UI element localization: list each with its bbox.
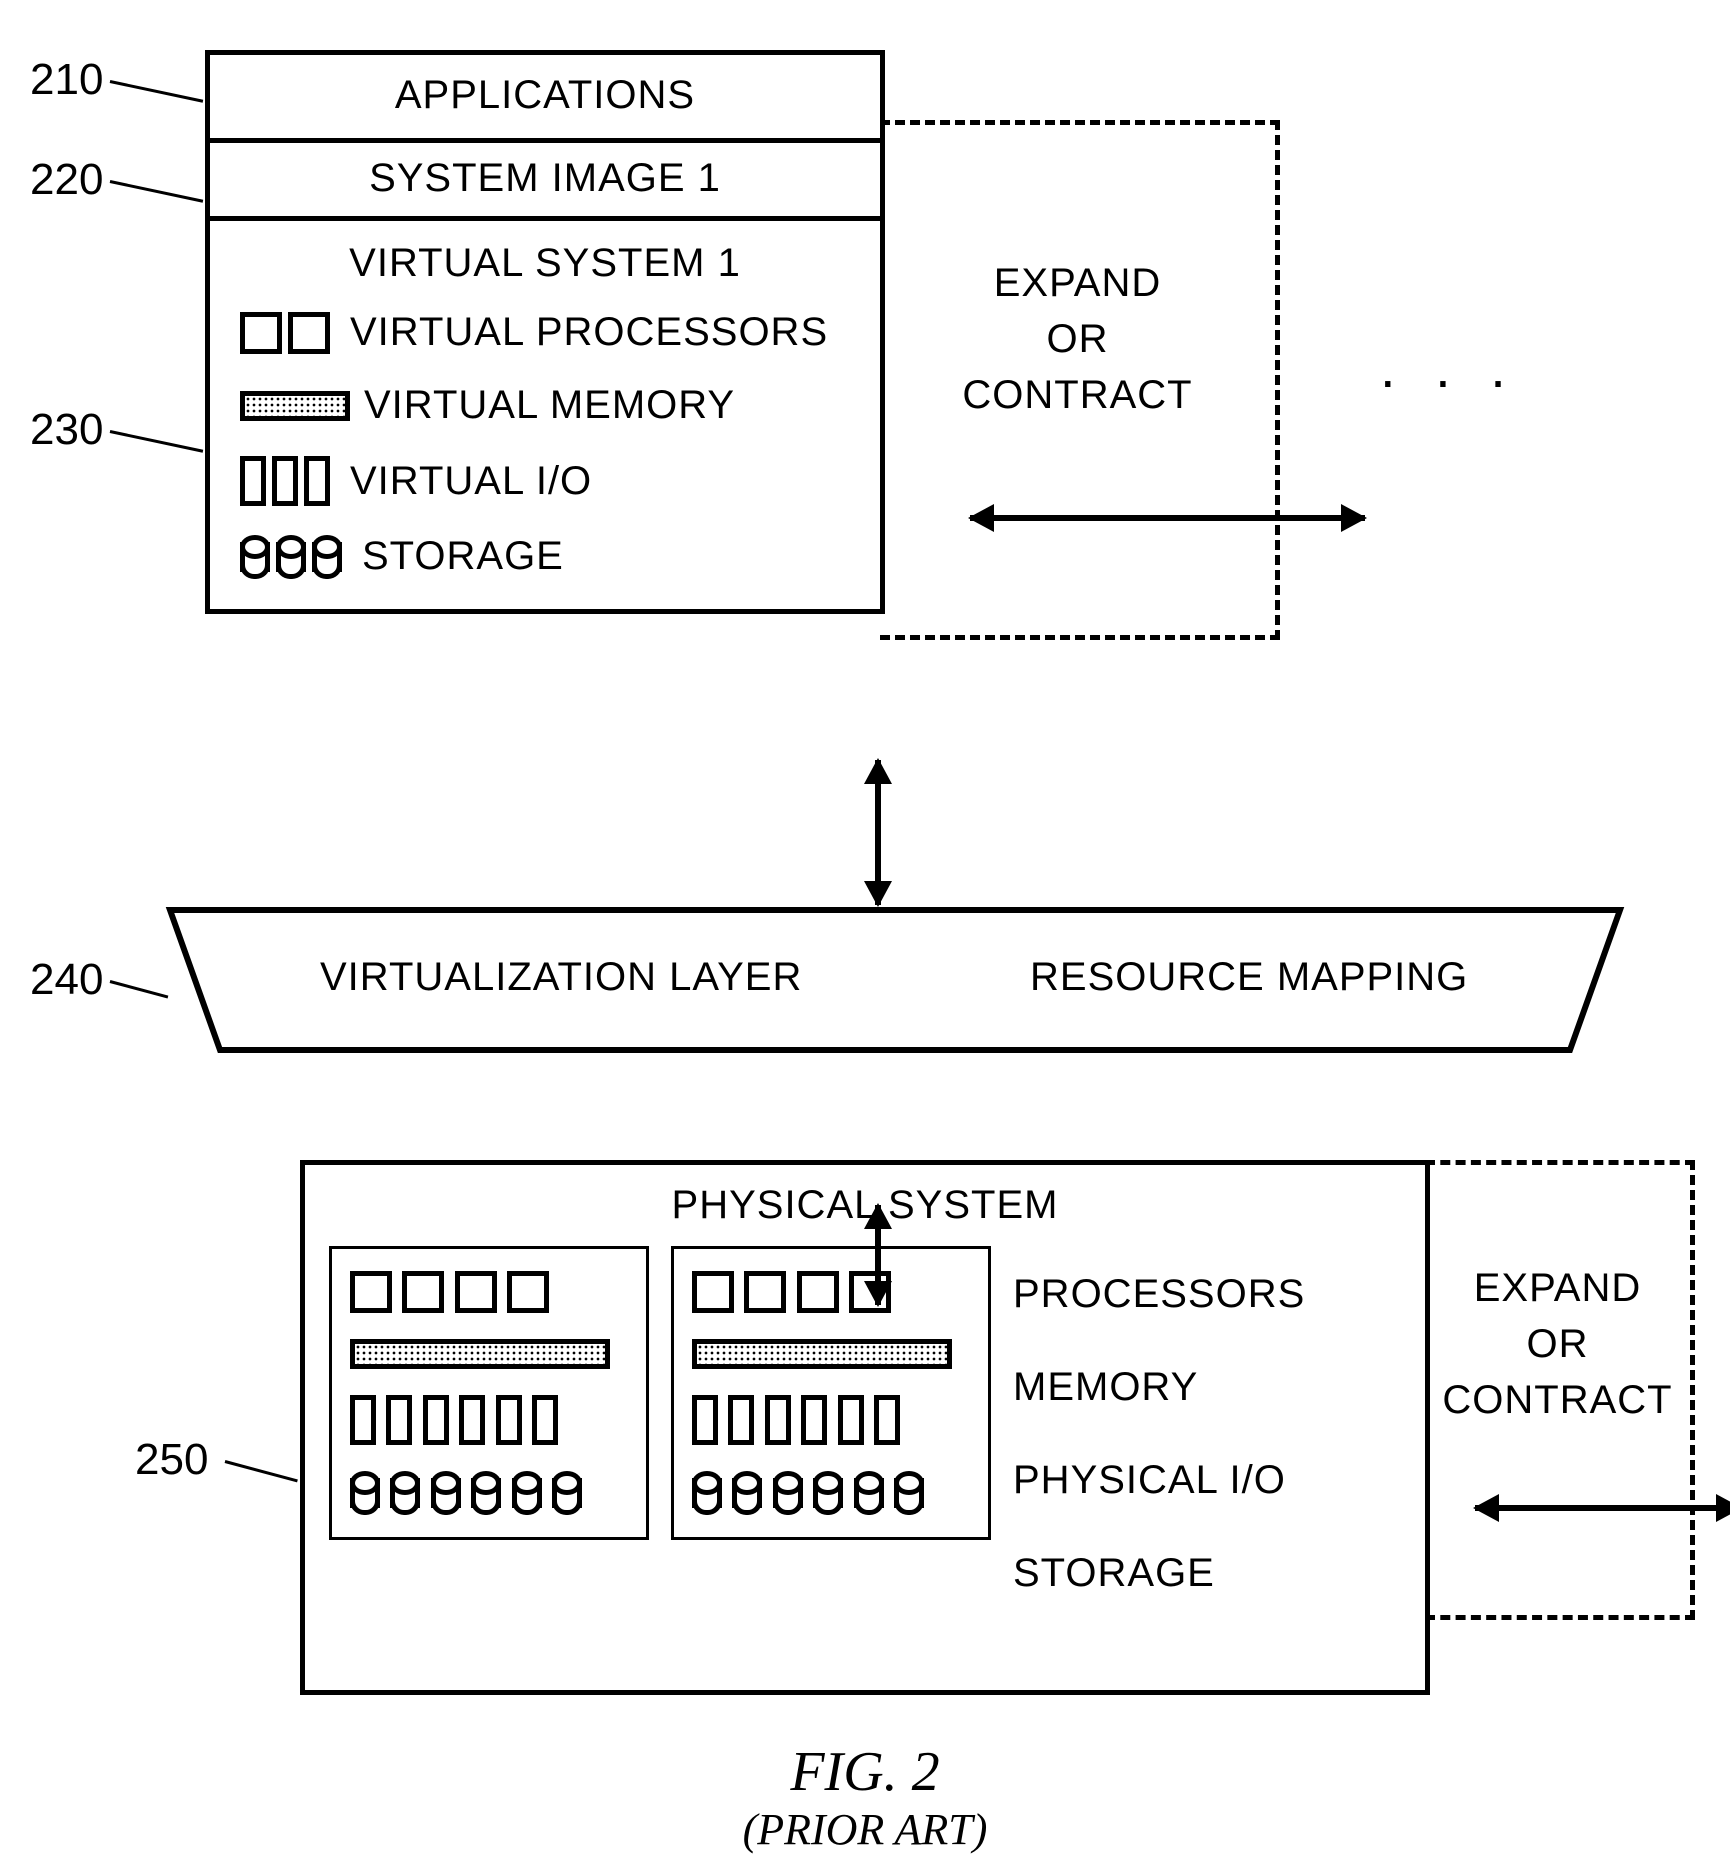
- io-icon: [304, 456, 330, 506]
- memory-icon: [350, 1339, 610, 1369]
- io-icon: [272, 456, 298, 506]
- io-icon: [728, 1395, 754, 1445]
- processor-icon: [797, 1271, 839, 1313]
- processor-icon: [692, 1271, 734, 1313]
- vertical-arrow-top-icon: [875, 760, 881, 905]
- expand-arrow-icon: [970, 515, 1365, 521]
- storage-icon: [276, 535, 306, 579]
- physical-labels-column: PROCESSORS MEMORY PHYSICAL I/O STORAGE: [1013, 1246, 1305, 1596]
- phys-mem-row: [350, 1339, 628, 1369]
- storage-icon: [692, 1471, 722, 1515]
- virtual-io-label: VIRTUAL I/O: [350, 459, 592, 504]
- ref-250: 250: [135, 1435, 208, 1485]
- expand-bottom-line1: EXPAND: [1425, 1260, 1690, 1316]
- storage-icon: [512, 1471, 542, 1515]
- storage-icon: [431, 1471, 461, 1515]
- applications-label: APPLICATIONS: [395, 73, 695, 117]
- resource-mapping-label: RESOURCE MAPPING: [1030, 955, 1468, 1000]
- processor-icon: [288, 312, 330, 354]
- virtualization-layer-label: VIRTUALIZATION LAYER: [320, 955, 802, 1000]
- ref-240: 240: [30, 955, 103, 1005]
- phys-storage-row: [692, 1471, 970, 1515]
- virtual-processors-label: VIRTUAL PROCESSORS: [350, 310, 828, 355]
- storage-icon: [312, 535, 342, 579]
- phys-storage-row: [350, 1471, 628, 1515]
- virtual-io-row: VIRTUAL I/O: [240, 456, 850, 506]
- figure-title: FIG. 2: [0, 1740, 1730, 1804]
- virtual-storage-label: STORAGE: [362, 534, 564, 579]
- expand-bottom-line2: OR: [1425, 1316, 1690, 1372]
- storage-icon: [350, 1471, 380, 1515]
- physical-group-2: [671, 1246, 991, 1540]
- phys-proc-row: [350, 1271, 628, 1313]
- io-icon: [386, 1395, 412, 1445]
- io-icon: [838, 1395, 864, 1445]
- storage-icon: [390, 1471, 420, 1515]
- phys-proc-row: [692, 1271, 970, 1313]
- processor-icon: [507, 1271, 549, 1313]
- system-image-box: SYSTEM IMAGE 1: [205, 138, 885, 216]
- memory-icon: [240, 391, 350, 421]
- expand-bottom-line3: CONTRACT: [1425, 1372, 1690, 1428]
- physical-system-title: PHYSICAL SYSTEM: [329, 1183, 1401, 1228]
- expand-top-box: EXPAND OR CONTRACT: [880, 120, 1280, 640]
- virtual-processors-row: VIRTUAL PROCESSORS: [240, 310, 850, 355]
- processor-icon: [402, 1271, 444, 1313]
- figure-caption: FIG. 2 (PRIOR ART): [0, 1740, 1730, 1855]
- expand-top-line2: OR: [880, 311, 1275, 367]
- virtual-memory-row: VIRTUAL MEMORY: [240, 383, 850, 428]
- ref-210: 210: [30, 55, 103, 105]
- expand-bottom-box: EXPAND OR CONTRACT: [1425, 1160, 1695, 1620]
- virtual-system-title: VIRTUAL SYSTEM 1: [240, 241, 850, 286]
- io-icon: [874, 1395, 900, 1445]
- storage-icon: [240, 535, 270, 579]
- physical-io-label: PHYSICAL I/O: [1013, 1458, 1305, 1503]
- phys-io-row: [692, 1395, 970, 1445]
- storage-icon: [894, 1471, 924, 1515]
- virtual-system-box: VIRTUAL SYSTEM 1 VIRTUAL PROCESSORS VIRT…: [205, 216, 885, 614]
- storage-icon: [471, 1471, 501, 1515]
- io-icon: [423, 1395, 449, 1445]
- io-icon: [350, 1395, 376, 1445]
- physical-system-box: PHYSICAL SYSTEM: [300, 1160, 1430, 1695]
- expand-top-line1: EXPAND: [880, 255, 1275, 311]
- phys-io-row: [350, 1395, 628, 1445]
- storage-icon: [552, 1471, 582, 1515]
- ref-220: 220: [30, 155, 103, 205]
- expand-top-line3: CONTRACT: [880, 367, 1275, 423]
- expand-arrow-icon: [1475, 1505, 1730, 1511]
- processors-label: PROCESSORS: [1013, 1272, 1305, 1317]
- processor-icon: [849, 1271, 891, 1313]
- io-icon: [765, 1395, 791, 1445]
- physical-group-1: [329, 1246, 649, 1540]
- io-icon: [459, 1395, 485, 1445]
- processor-icon: [744, 1271, 786, 1313]
- processor-icon: [350, 1271, 392, 1313]
- io-icon: [801, 1395, 827, 1445]
- storage-icon: [854, 1471, 884, 1515]
- virtual-memory-label: VIRTUAL MEMORY: [364, 383, 735, 428]
- io-icon: [692, 1395, 718, 1445]
- ellipsis: . . .: [1380, 335, 1518, 400]
- io-icon: [532, 1395, 558, 1445]
- phys-mem-row: [692, 1339, 970, 1369]
- processor-icon: [455, 1271, 497, 1313]
- figure-subtitle: (PRIOR ART): [0, 1804, 1730, 1855]
- storage-icon: [773, 1471, 803, 1515]
- ref-230: 230: [30, 405, 103, 455]
- memory-label: MEMORY: [1013, 1365, 1305, 1410]
- storage-icon: [813, 1471, 843, 1515]
- io-icon: [496, 1395, 522, 1445]
- io-icon: [240, 456, 266, 506]
- physical-storage-label: STORAGE: [1013, 1551, 1305, 1596]
- processor-icon: [240, 312, 282, 354]
- applications-box: APPLICATIONS: [205, 50, 885, 138]
- system-image-label: SYSTEM IMAGE 1: [369, 156, 721, 200]
- virtual-storage-row: STORAGE: [240, 534, 850, 579]
- memory-icon: [692, 1339, 952, 1369]
- storage-icon: [732, 1471, 762, 1515]
- virtual-stack-container: APPLICATIONS SYSTEM IMAGE 1 VIRTUAL SYST…: [205, 50, 885, 614]
